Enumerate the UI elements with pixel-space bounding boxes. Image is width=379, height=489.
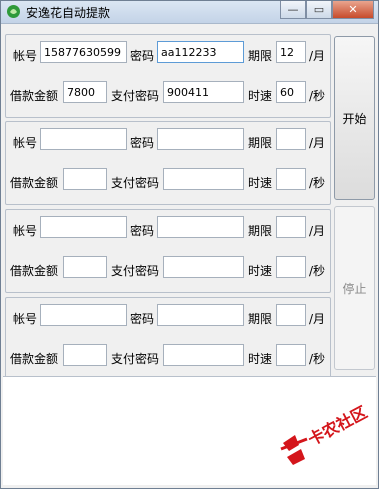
password-input-4[interactable] [157, 304, 244, 326]
per-month-label: /月 [309, 136, 326, 150]
amount-input-3[interactable] [63, 256, 107, 278]
speed-input-2[interactable] [276, 168, 306, 190]
start-button[interactable]: 开始 [334, 36, 375, 200]
amount-input-1[interactable] [63, 81, 107, 103]
per-second-label: /秒 [309, 176, 326, 190]
account-group-2: 帐号 密码 期限 /月 借款金额 支付密码 时速 /秒 [5, 121, 331, 205]
account-group-1: 帐号 密码 期限 /月 借款金额 支付密码 时速 /秒 [5, 34, 331, 118]
password-label: 密码 [130, 224, 155, 238]
start-button-label: 开始 [342, 111, 367, 126]
password-label: 密码 [130, 136, 155, 150]
password-input-2[interactable] [157, 128, 244, 150]
amount-input-4[interactable] [63, 344, 107, 366]
maximize-button[interactable]: ▭ [306, 1, 332, 19]
loan-amount-label: 借款金额 [10, 176, 59, 190]
speed-label: 时速 [248, 264, 273, 278]
pay-password-label: 支付密码 [111, 89, 160, 103]
account-input-3[interactable] [40, 216, 127, 238]
term-label: 期限 [248, 312, 273, 326]
app-icon [7, 5, 20, 18]
close-icon: ✕ [348, 3, 358, 16]
minimize-button[interactable]: — [280, 1, 306, 19]
password-input-3[interactable] [157, 216, 244, 238]
stop-button-label: 停止 [342, 281, 367, 296]
account-group-3: 帐号 密码 期限 /月 借款金额 支付密码 时速 /秒 [5, 209, 331, 293]
loan-amount-label: 借款金额 [10, 264, 59, 278]
speed-input-4[interactable] [276, 344, 306, 366]
watermark-logo: 卡农社区 [277, 399, 377, 469]
account-label: 帐号 [13, 136, 38, 150]
pay-password-label: 支付密码 [111, 176, 160, 190]
pay-password-input-1[interactable] [163, 81, 244, 103]
speed-input-1[interactable] [276, 81, 306, 103]
close-button[interactable]: ✕ [332, 1, 374, 19]
term-label: 期限 [248, 224, 273, 238]
per-month-label: /月 [309, 224, 326, 238]
pay-password-label: 支付密码 [111, 264, 160, 278]
speed-label: 时速 [248, 352, 273, 366]
loan-amount-label: 借款金额 [10, 352, 59, 366]
pay-password-label: 支付密码 [111, 352, 160, 366]
password-input-1[interactable] [157, 41, 244, 63]
account-label: 帐号 [13, 224, 38, 238]
window-title: 安逸花自动提款 [26, 6, 111, 20]
account-label: 帐号 [13, 312, 38, 326]
account-label: 帐号 [13, 49, 38, 63]
term-input-4[interactable] [276, 304, 306, 326]
term-input-1[interactable] [276, 41, 306, 63]
account-input-2[interactable] [40, 128, 127, 150]
password-label: 密码 [130, 312, 155, 326]
amount-input-2[interactable] [63, 168, 107, 190]
loan-amount-label: 借款金额 [10, 89, 59, 103]
per-second-label: /秒 [309, 89, 326, 103]
maximize-icon: ▭ [313, 3, 325, 16]
password-label: 密码 [130, 49, 155, 63]
pay-password-input-2[interactable] [163, 168, 244, 190]
speed-label: 时速 [248, 176, 273, 190]
speed-label: 时速 [248, 89, 273, 103]
term-label: 期限 [248, 49, 273, 63]
account-input-4[interactable] [40, 304, 127, 326]
term-label: 期限 [248, 136, 273, 150]
per-second-label: /秒 [309, 352, 326, 366]
account-group-4: 帐号 密码 期限 /月 借款金额 支付密码 时速 /秒 [5, 297, 331, 381]
pay-password-input-4[interactable] [163, 344, 244, 366]
term-input-3[interactable] [276, 216, 306, 238]
per-second-label: /秒 [309, 264, 326, 278]
account-input-1[interactable] [40, 41, 127, 63]
term-input-2[interactable] [276, 128, 306, 150]
stop-button[interactable]: 停止 [334, 206, 375, 370]
per-month-label: /月 [309, 312, 326, 326]
app-window: 安逸花自动提款 — ▭ ✕ 帐号 密码 期限 /月 借款金额 支付密码 时速 /… [0, 0, 379, 489]
per-month-label: /月 [309, 49, 326, 63]
minimize-icon: — [287, 3, 299, 16]
speed-input-3[interactable] [276, 256, 306, 278]
title-bar[interactable]: 安逸花自动提款 — ▭ ✕ [1, 1, 378, 24]
pay-password-input-3[interactable] [163, 256, 244, 278]
